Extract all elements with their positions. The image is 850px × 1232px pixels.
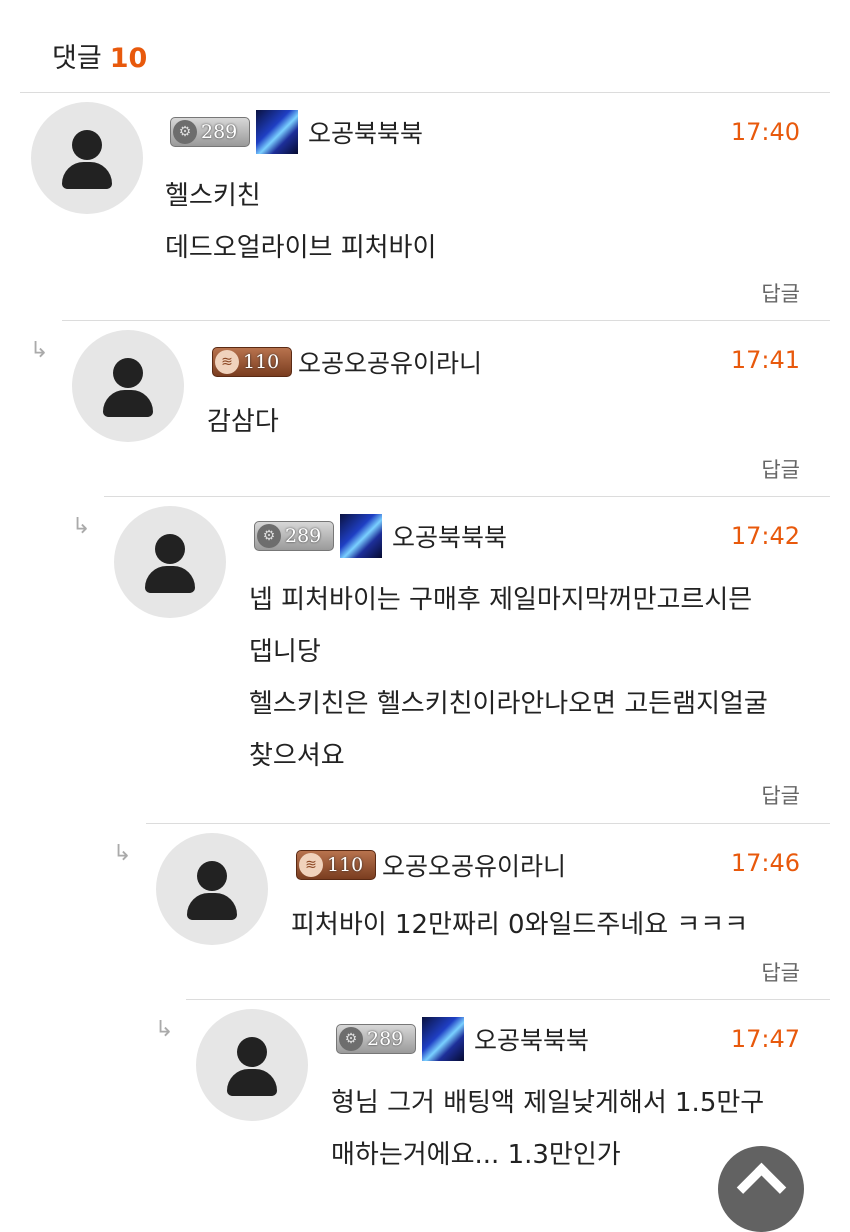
reply-button[interactable]: 답글 xyxy=(761,957,800,987)
level-number: 289 xyxy=(285,525,322,547)
avatar-head-icon xyxy=(155,534,185,564)
avatar[interactable] xyxy=(114,506,226,618)
username[interactable]: 오공북북북 xyxy=(308,114,423,150)
level-badge: ≋ 110 xyxy=(296,850,376,880)
comment-item: ≋ 110 오공오공유이라니 17:46 피처바이 12만짜리 0와일드주네요 … xyxy=(146,823,830,999)
comment-body: 감삼다 xyxy=(207,396,279,448)
reply-indent-arrow-icon: ↳ xyxy=(72,514,91,539)
comment-time: 17:42 xyxy=(730,522,800,550)
level-badge: ⚙ 289 xyxy=(336,1024,416,1054)
user-icon[interactable] xyxy=(256,110,298,154)
comment-line: 피처바이 12만짜리 0와일드주네요 ㅋㅋㅋ xyxy=(291,910,749,940)
scroll-to-top-button[interactable] xyxy=(718,1146,804,1232)
avatar-body-icon xyxy=(227,1069,277,1096)
comment-body: 넵 피처바이는 구매후 제일마지막꺼만고르시믄 댑니당 헬스키친은 헬스키친이라… xyxy=(249,574,768,782)
comment-divider xyxy=(104,496,830,497)
avatar-body-icon xyxy=(103,390,153,417)
comment-line: 헬스키친 xyxy=(165,181,261,211)
gear-emblem-icon: ⚙ xyxy=(257,524,281,548)
comment-item: ⚙ 289 오공북북북 17:40 헬스키친 데드오얼라이브 피처바이 답글 xyxy=(20,92,830,320)
comment-body: 헬스키친 데드오얼라이브 피처바이 xyxy=(165,170,436,274)
comment-divider xyxy=(146,823,830,824)
comment-time: 17:46 xyxy=(730,849,800,877)
user-icon[interactable] xyxy=(422,1017,464,1061)
rank-emblem-icon: ≋ xyxy=(215,350,239,374)
avatar-head-icon xyxy=(113,358,143,388)
level-number: 110 xyxy=(327,854,364,876)
comment-time: 17:41 xyxy=(730,346,800,374)
reply-button[interactable]: 답글 xyxy=(761,278,800,308)
comment-body: 피처바이 12만짜리 0와일드주네요 ㅋㅋㅋ xyxy=(291,899,748,951)
comments-header: 댓글 10 xyxy=(52,36,147,75)
username[interactable]: 오공북북북 xyxy=(392,518,507,554)
user-icon[interactable] xyxy=(340,514,382,558)
comment-meta: ⚙ 289 오공북북북 xyxy=(170,110,423,154)
comment-meta: ⚙ 289 오공북북북 xyxy=(336,1017,589,1061)
level-number: 289 xyxy=(367,1028,404,1050)
chevron-up-icon xyxy=(736,1162,786,1213)
reply-indent-arrow-icon: ↳ xyxy=(155,1017,174,1042)
avatar-body-icon xyxy=(187,893,237,920)
comment-meta: ≋ 110 오공오공유이라니 xyxy=(212,344,482,380)
avatar-body-icon xyxy=(145,566,195,593)
reply-indent-arrow-icon: ↳ xyxy=(113,841,132,866)
comment-divider xyxy=(62,320,830,321)
avatar[interactable] xyxy=(72,330,184,442)
comment-time: 17:47 xyxy=(730,1025,800,1053)
comment-meta: ≋ 110 오공오공유이라니 xyxy=(296,847,566,883)
avatar-head-icon xyxy=(72,130,102,160)
comment-divider xyxy=(186,999,830,1000)
comment-body: 형님 그거 배팅액 제일낮게해서 1.5만구 매하는거에요... 1.3만인가 xyxy=(331,1077,764,1181)
reply-button[interactable]: 답글 xyxy=(761,780,800,810)
level-badge: ⚙ 289 xyxy=(254,521,334,551)
username[interactable]: 오공오공유이라니 xyxy=(382,847,566,883)
reply-indent-arrow-icon: ↳ xyxy=(30,338,49,363)
comment-time: 17:40 xyxy=(730,118,800,146)
comment-line: 찾으셔요 xyxy=(249,741,345,771)
gear-emblem-icon: ⚙ xyxy=(339,1027,363,1051)
avatar-head-icon xyxy=(237,1037,267,1067)
comment-line: 넵 피처바이는 구매후 제일마지막꺼만고르시믄 xyxy=(249,585,753,615)
avatar[interactable] xyxy=(156,833,268,945)
comment-line: 댑니당 xyxy=(249,637,321,667)
comments-title: 댓글 xyxy=(52,43,102,74)
rank-emblem-icon: ≋ xyxy=(299,853,323,877)
comment-line: 헬스키친은 헬스키친이라안나오면 고든램지얼굴 xyxy=(249,689,768,719)
avatar[interactable] xyxy=(196,1009,308,1121)
avatar-head-icon xyxy=(197,861,227,891)
avatar-body-icon xyxy=(62,162,112,189)
comment-line: 형님 그거 배팅액 제일낮게해서 1.5만구 xyxy=(331,1088,765,1118)
comment-line: 데드오얼라이브 피처바이 xyxy=(165,233,437,263)
username[interactable]: 오공북북북 xyxy=(474,1021,589,1057)
level-badge: ≋ 110 xyxy=(212,347,292,377)
gear-emblem-icon: ⚙ xyxy=(173,120,197,144)
comment-meta: ⚙ 289 오공북북북 xyxy=(254,514,507,558)
comments-count: 10 xyxy=(109,43,148,74)
comment-item: ⚙ 289 오공북북북 17:42 넵 피처바이는 구매후 제일마지막꺼만고르시… xyxy=(104,496,830,823)
comment-line: 매하는거에요... 1.3만인가 xyxy=(331,1140,621,1170)
avatar[interactable] xyxy=(31,102,143,214)
comment-item: ≋ 110 오공오공유이라니 17:41 감삼다 답글 xyxy=(62,320,830,496)
username[interactable]: 오공오공유이라니 xyxy=(298,344,482,380)
level-number: 110 xyxy=(243,351,280,373)
reply-button[interactable]: 답글 xyxy=(761,454,800,484)
comment-line: 감삼다 xyxy=(207,407,279,437)
level-number: 289 xyxy=(201,121,238,143)
level-badge: ⚙ 289 xyxy=(170,117,250,147)
